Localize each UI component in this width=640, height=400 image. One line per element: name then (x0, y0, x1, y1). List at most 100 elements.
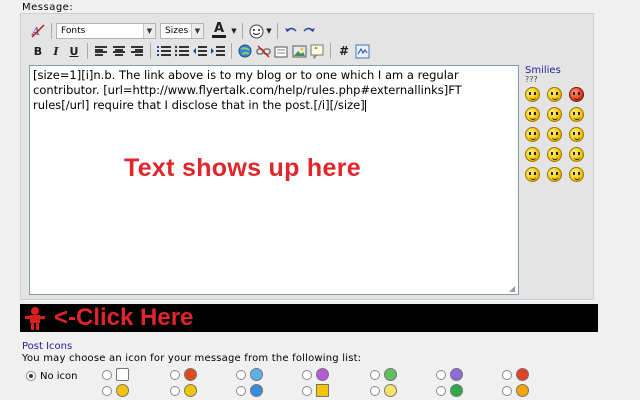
post-icon-option[interactable] (502, 384, 529, 397)
radio-button[interactable] (170, 385, 180, 396)
figure-icon (24, 306, 46, 330)
message-text: [size=1][i]n.b. The link above is to my … (33, 68, 462, 112)
post-icon-option[interactable] (502, 368, 529, 381)
smiley-icon[interactable] (525, 107, 540, 122)
text-color-button[interactable]: A (208, 22, 230, 40)
email-link-icon[interactable] (272, 42, 290, 60)
post-icons-title: Post Icons (22, 341, 73, 352)
smiley-icon (184, 384, 197, 397)
underline-button[interactable]: U (65, 42, 83, 60)
click-banner[interactable]: <-Click Here (20, 304, 598, 332)
radio-button[interactable] (302, 385, 312, 396)
post-icon-option[interactable] (370, 368, 397, 381)
toolbar-separator (231, 43, 232, 59)
align-left-icon[interactable] (92, 42, 110, 60)
size-select[interactable]: Sizes ▼ (160, 23, 204, 39)
unordered-list-icon[interactable] (173, 42, 191, 60)
svg-text:“: “ (314, 46, 318, 55)
post-icon-option[interactable] (102, 368, 129, 381)
no-icon-label: No icon (40, 370, 78, 382)
radio-button[interactable] (102, 369, 112, 380)
click-here-text[interactable]: <-Click Here (54, 304, 193, 332)
post-icon-option[interactable] (436, 384, 463, 397)
chevron-down-icon[interactable]: ▼ (265, 22, 273, 40)
post-icon-option[interactable] (236, 368, 263, 381)
no-icon-radio[interactable] (26, 371, 36, 381)
document-icon (116, 368, 129, 381)
html-code-icon[interactable] (353, 42, 371, 60)
smiley-icon[interactable] (547, 147, 562, 162)
smiley-icon[interactable] (525, 87, 540, 102)
post-icon-option[interactable] (302, 384, 329, 397)
smiley-icon[interactable] (547, 107, 562, 122)
post-icons-row-1: No icon (26, 369, 78, 383)
ordered-list-icon[interactable] (155, 42, 173, 60)
insert-link-icon[interactable] (236, 42, 254, 60)
post-icon-option[interactable] (302, 368, 329, 381)
resize-grip-icon[interactable]: ◢ (509, 285, 517, 293)
overlay-annotation: Text shows up here (124, 154, 361, 182)
size-select-value: Sizes (165, 26, 189, 36)
quote-icon[interactable]: “ (308, 42, 326, 60)
radio-button[interactable] (102, 385, 112, 396)
mad-smiley-icon[interactable] (569, 87, 584, 102)
thumbs-up-icon (516, 384, 529, 397)
align-center-icon[interactable] (110, 42, 128, 60)
post-icon-option[interactable] (236, 384, 263, 397)
italic-button[interactable]: I (47, 42, 65, 60)
lightbulb-smiley-icon[interactable] (547, 127, 562, 142)
chevron-down-icon[interactable]: ▼ (230, 22, 238, 40)
radio-button[interactable] (502, 369, 512, 380)
post-icon-option[interactable] (370, 384, 397, 397)
smiley-icon[interactable] (569, 167, 584, 182)
arrow-icon (184, 368, 197, 381)
radio-button[interactable] (302, 369, 312, 380)
smilies-grid (525, 87, 595, 182)
star-smiley-icon[interactable] (525, 147, 540, 162)
undo-icon[interactable] (282, 22, 300, 40)
question-icon (250, 384, 263, 397)
thumbs-up-smiley-icon[interactable] (547, 167, 562, 182)
smiley-icon (116, 384, 129, 397)
redo-icon[interactable] (300, 22, 318, 40)
smiley-icon[interactable] (525, 167, 540, 182)
post-icon-option[interactable] (102, 384, 129, 397)
smiley-icon[interactable] (525, 127, 540, 142)
smilies-more-link[interactable]: ??? (525, 75, 595, 84)
radio-button[interactable] (236, 369, 246, 380)
remove-link-icon[interactable] (254, 42, 272, 60)
text-caret (364, 99, 366, 112)
toolbar-row-2: B I U “ # (29, 42, 371, 60)
remove-format-icon[interactable]: A (29, 22, 47, 40)
toolbar-separator (150, 43, 151, 59)
radio-button[interactable] (502, 385, 512, 396)
radio-button[interactable] (370, 369, 380, 380)
radio-button[interactable] (436, 385, 446, 396)
insert-image-icon[interactable] (290, 42, 308, 60)
toolbar-separator (87, 43, 88, 59)
post-icon-option[interactable] (436, 368, 463, 381)
cool-smiley-icon (250, 368, 263, 381)
indent-icon[interactable] (209, 42, 227, 60)
bold-button[interactable]: B (29, 42, 47, 60)
radio-button[interactable] (170, 369, 180, 380)
font-select-value: Fonts (61, 26, 86, 36)
radio-button[interactable] (436, 369, 446, 380)
smiley-icon[interactable] (547, 87, 562, 102)
smiley-icon[interactable] (569, 147, 584, 162)
code-hash-button[interactable]: # (335, 42, 353, 60)
post-icon-option[interactable] (170, 368, 197, 381)
post-icon-option[interactable] (170, 384, 197, 397)
radio-button[interactable] (236, 385, 246, 396)
radio-button[interactable] (370, 385, 380, 396)
align-right-icon[interactable] (128, 42, 146, 60)
smiley-icon[interactable] (569, 127, 584, 142)
arrow-right-icon (450, 384, 463, 397)
outdent-icon[interactable] (191, 42, 209, 60)
toolbar-separator (330, 43, 331, 59)
font-select[interactable]: Fonts ▼ (56, 23, 156, 39)
smiley-menu-icon[interactable] (247, 22, 265, 40)
smilies-panel: Smilies ??? (525, 65, 595, 182)
smiley-icon[interactable] (569, 107, 584, 122)
warning-icon (316, 384, 329, 397)
